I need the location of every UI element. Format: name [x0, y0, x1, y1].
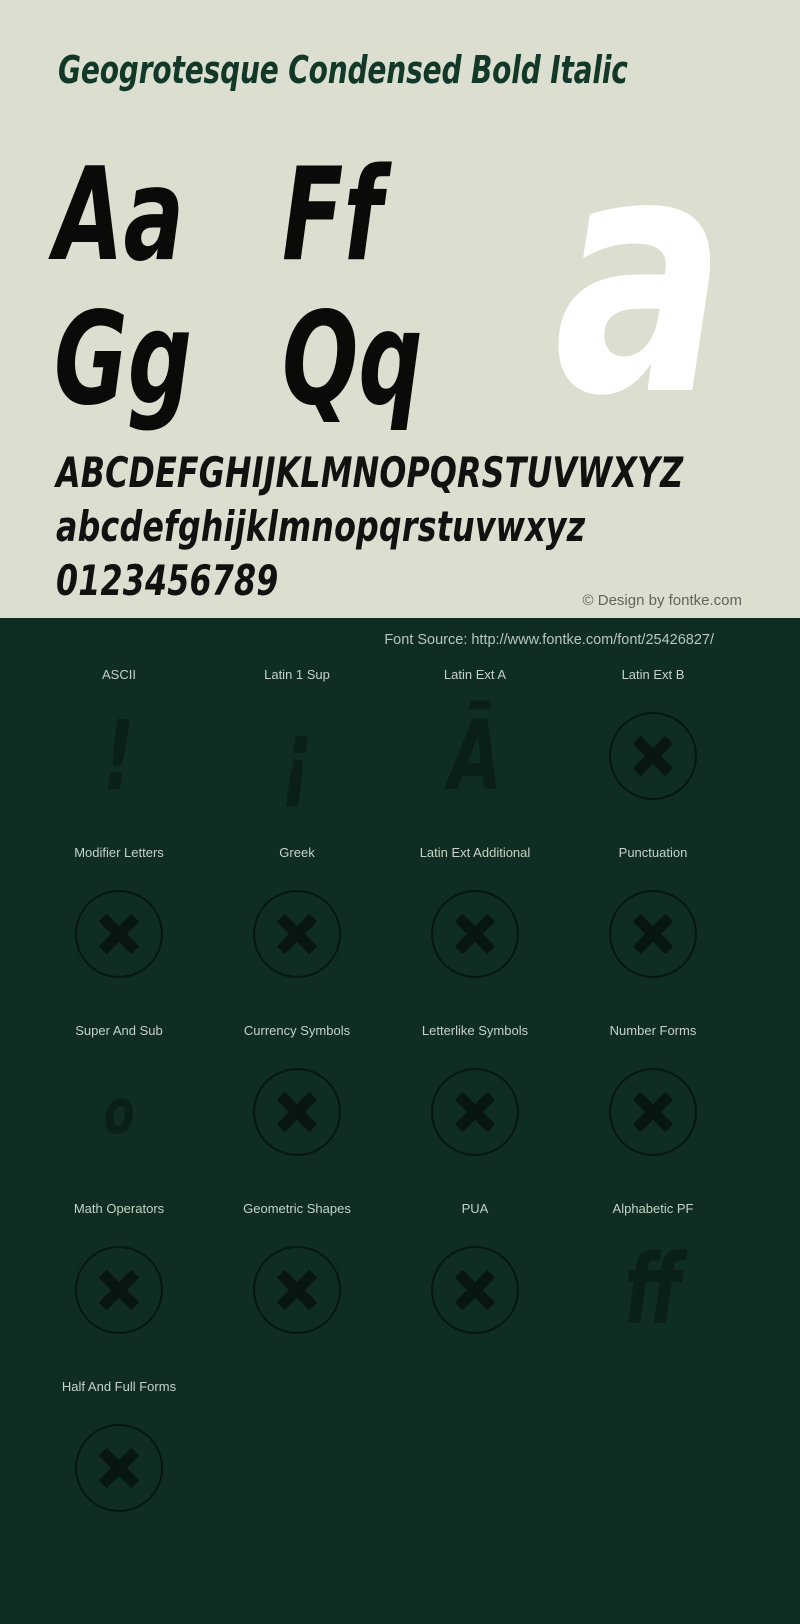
unicode-block-sample-glyph: !: [103, 699, 135, 812]
unicode-block-art: [386, 859, 564, 1008]
alphabet-block: ABCDEFGHIJKLMNOPQRSTUVWXYZ abcdefghijklm…: [56, 446, 756, 607]
unicode-block-cell[interactable]: Math Operators: [30, 1186, 208, 1364]
glyph-row: Gg Qq: [54, 296, 474, 440]
unicode-block-label: Number Forms: [609, 1023, 697, 1038]
unicode-block-art: [30, 859, 208, 1008]
unicode-block-cell[interactable]: Latin Ext A Ā: [386, 652, 564, 830]
x-circle-icon: [431, 889, 519, 978]
unicode-block-cell[interactable]: Latin Ext Additional: [386, 830, 564, 1008]
x-circle-icon: [75, 1423, 163, 1512]
x-circle-icon: [431, 1067, 519, 1156]
x-circle-icon: [253, 889, 341, 978]
x-circle-icon: [253, 1245, 341, 1334]
unicode-block-art: [386, 1215, 564, 1364]
unicode-block-cell[interactable]: ASCII!: [30, 652, 208, 830]
unicode-block-label: Latin 1 Sup: [264, 667, 330, 682]
unicode-block-label: ASCII: [102, 667, 136, 682]
unicode-block-label: Geometric Shapes: [243, 1201, 351, 1216]
unicode-block-art: [208, 1037, 386, 1186]
unicode-block-label: Greek: [279, 845, 315, 860]
unicode-block-label: Latin Ext B: [621, 667, 685, 682]
unicode-block-art: [208, 1215, 386, 1364]
unicode-block-art: [30, 1215, 208, 1364]
x-circle-icon: [609, 889, 697, 978]
alphabet-digits: 0123456789: [56, 555, 279, 605]
unicode-block-label: Alphabetic PF: [612, 1201, 694, 1216]
unicode-block-label: Half And Full Forms: [61, 1379, 177, 1394]
unicode-block-sample-glyph: Ā: [448, 699, 502, 812]
copyright-notice: © Design by fontke.com: [582, 592, 742, 609]
glyph-pair-qq: Qq: [282, 285, 423, 434]
unicode-block-cell[interactable]: Number Forms: [564, 1008, 742, 1186]
x-circle-icon: [253, 1067, 341, 1156]
unicode-block-cell[interactable]: Letterlike Symbols: [386, 1008, 564, 1186]
unicode-block-cell[interactable]: Greek: [208, 830, 386, 1008]
glyph-pair-gg: Gg: [54, 285, 193, 434]
unicode-block-label: Latin Ext A: [443, 667, 507, 682]
unicode-block-art: [564, 859, 742, 1008]
unicode-block-cell[interactable]: Currency Symbols: [208, 1008, 386, 1186]
glyph-row: Aa Ff: [54, 152, 474, 296]
unicode-block-cell[interactable]: Geometric Shapes: [208, 1186, 386, 1364]
unicode-block-art: [30, 1393, 208, 1542]
page-title: Geogrotesque Condensed Bold Italic: [58, 48, 628, 92]
glyph-pair-ff: Ff: [282, 141, 383, 290]
unicode-block-sample-glyph: o: [103, 1074, 135, 1148]
unicode-block-label: Currency Symbols: [243, 1023, 351, 1038]
unicode-block-label: Super And Sub: [75, 1023, 163, 1038]
unicode-block-sample-glyph: ¡: [281, 699, 313, 812]
alphabet-uppercase: ABCDEFGHIJKLMNOPQRSTUVWXYZ: [56, 448, 684, 497]
unicode-block-grid: ASCII! Latin 1 Sup ¡ Latin Ext A Ā Latin Ext …: [0, 652, 800, 1542]
unicode-block-label: Letterlike Symbols: [421, 1023, 529, 1038]
glyph-pair-grid: Aa Ff Gg Qq: [54, 152, 474, 440]
unicode-block-label: Math Operators: [73, 1201, 165, 1216]
unicode-block-sample-glyph: ff: [624, 1233, 682, 1346]
unicode-block-cell[interactable]: Latin 1 Sup ¡: [208, 652, 386, 830]
unicode-block-label: Latin Ext Additional: [419, 845, 531, 860]
unicode-block-cell[interactable]: Latin Ext B: [564, 652, 742, 830]
unicode-block-art: !: [30, 681, 208, 830]
glyph-pair-aa: Aa: [54, 141, 185, 290]
unicode-block-cell[interactable]: Half And Full Forms: [30, 1364, 208, 1542]
x-circle-icon: [431, 1245, 519, 1334]
font-specimen-page: Geogrotesque Condensed Bold Italic Aa Ff…: [0, 0, 800, 1624]
unicode-block-art: [564, 1037, 742, 1186]
unicode-block-art: [564, 681, 742, 830]
x-circle-icon: [609, 1067, 697, 1156]
feature-letter: a: [553, 84, 726, 468]
unicode-block-cell[interactable]: PUA: [386, 1186, 564, 1364]
unicode-block-cell[interactable]: Punctuation: [564, 830, 742, 1008]
x-circle-icon: [75, 1245, 163, 1334]
coverage-panel: Font Source: http://www.fontke.com/font/…: [0, 618, 800, 1624]
unicode-block-art: [208, 859, 386, 1008]
x-circle-icon: [609, 711, 697, 800]
font-source-link[interactable]: Font Source: http://www.fontke.com/font/…: [384, 632, 714, 648]
x-circle-icon: [75, 889, 163, 978]
unicode-block-art: ¡: [208, 681, 386, 830]
unicode-block-label: PUA: [461, 1201, 489, 1216]
unicode-block-cell[interactable]: Alphabetic PF ff: [564, 1186, 742, 1364]
unicode-block-art: o: [30, 1037, 208, 1186]
unicode-block-cell[interactable]: Super And Sub o: [30, 1008, 208, 1186]
unicode-block-cell[interactable]: Modifier Letters: [30, 830, 208, 1008]
unicode-block-art: [386, 1037, 564, 1186]
unicode-block-art: Ā: [386, 681, 564, 830]
unicode-block-art: ff: [564, 1215, 742, 1364]
unicode-block-label: Modifier Letters: [74, 845, 164, 860]
alphabet-lowercase: abcdefghijklmnopqrstuvwxyz: [56, 501, 586, 551]
unicode-block-label: Punctuation: [618, 845, 688, 860]
specimen-panel: Geogrotesque Condensed Bold Italic Aa Ff…: [0, 0, 800, 618]
